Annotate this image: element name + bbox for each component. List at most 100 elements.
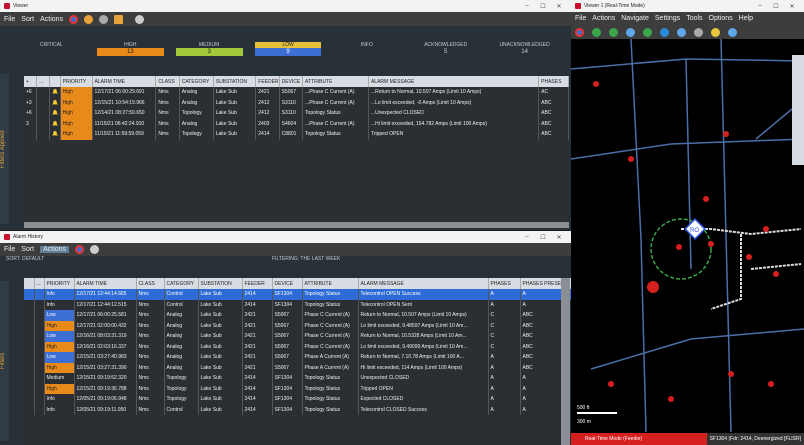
menu-navigate[interactable]: Navigate [621,15,649,22]
ack-icon[interactable] [114,14,124,24]
sev-critical[interactable]: CRITICAL [12,42,91,56]
menu-help[interactable]: Help [739,15,753,22]
column-header-attribute[interactable]: ATTRIBUTE [302,76,369,87]
table-row[interactable]: Info 12/17/21 12:44:12.515 Nms Control Lake … [24,299,571,310]
zoom-in-icon[interactable] [711,27,720,37]
table-row[interactable]: Info 12/05/21 09:19:11.950 Nms Control Lake … [24,404,571,415]
move-icon[interactable] [677,27,686,37]
sev-low[interactable]: LOW 9 [249,42,328,56]
close-button[interactable]: ✕ [551,234,567,241]
cell: High [60,108,93,119]
maximize-button[interactable]: ☐ [535,3,551,10]
sev-high[interactable]: HIGH 13 [91,42,170,56]
column-header-substation[interactable]: SUBSTATION [213,76,257,87]
minimize-button[interactable]: – [519,3,535,9]
cell: 11/15/21 06:42:24.910 [92,118,157,129]
filters-sidebar[interactable]: Filters [0,281,9,441]
column-header-feeder[interactable]: FEEDER [255,76,280,87]
layers-icon[interactable] [660,27,669,37]
history-vscroll[interactable] [561,278,570,445]
filter-sound-icon[interactable] [135,14,145,24]
menu-file[interactable]: File [4,16,15,23]
column-header-substation[interactable]: SUBSTATION [198,278,243,289]
table-row[interactable]: Low 12/16/21 08:03:31.319 Nms Analog Lake Su… [24,331,571,342]
cell: A [488,299,521,310]
column-header-feeder[interactable]: FEEDER [242,278,273,289]
table-row[interactable]: High 12/15/21 03:27:31.390 Nms Analog Lake S… [24,362,571,373]
map-canvas[interactable]: RO 500 ft 300 m [571,39,804,432]
record-icon[interactable] [69,14,79,24]
sev-medium[interactable]: MEDIUM 3 [170,42,249,56]
filters-applied-sidebar[interactable]: Filters Applied [0,74,9,224]
menu-tools[interactable]: Tools [686,15,702,22]
column-header-class[interactable]: CLASS [136,278,165,289]
sound-icon[interactable] [84,14,94,24]
table-row[interactable]: 3 🔔 High 11/15/21 06:42:24.910 Nms Analog Lake… [24,118,569,129]
column-header-category[interactable]: CATEGORY [179,76,214,87]
table-row[interactable]: High 12/15/21 09:19:36.788 Nms Topology Lake… [24,383,571,394]
menu-sort[interactable]: Sort [21,16,34,23]
table-row[interactable]: High 12/16/21 02:03:16.337 Nms Analog Lake S… [24,341,571,352]
table-row[interactable]: Medium 12/15/21 09:19:52.320 Nms Topology La… [24,373,571,384]
app-icon [575,3,581,9]
table-row[interactable]: 🔔 High 11/15/21 11:59:59.059 Nms Topology Lak… [24,129,569,140]
ro-marker-label: RO [690,228,699,234]
column-header-alarm-time[interactable]: ALARM TIME [74,278,137,289]
maximize-button[interactable]: ☐ [535,234,551,241]
minimize-button[interactable]: – [519,234,535,240]
sev-info[interactable]: INFO [327,42,406,56]
menu-file[interactable]: File [575,15,586,22]
silence-icon[interactable] [99,14,109,24]
column-header-device[interactable]: DEVICE [279,76,304,87]
table-row[interactable]: Info 12/05/21 09:19:06.948 Nms Topology Lake… [24,394,571,405]
column-header-alarm-message[interactable]: ALARM MESSAGE [358,278,489,289]
column-header-class[interactable]: CLASS [155,76,180,87]
column-header-phases[interactable]: PHASES [538,76,569,87]
table-row[interactable]: +6 🔔 High 12/14/21 08:27:59.650 Nms Topology L… [24,108,569,119]
column-header-col[interactable]: ... [34,278,45,289]
column-header-col[interactable]: ... [36,76,50,87]
menu-actions[interactable]: Actions [592,15,615,22]
viewer-hscroll[interactable] [24,222,569,228]
menu-actions[interactable]: Actions [40,246,70,253]
search-icon[interactable] [728,27,737,37]
table-row[interactable]: Low 12/15/21 03:27:40.983 Nms Analog Lake Su… [24,352,571,363]
back-arrow-icon[interactable] [592,27,601,37]
column-header-priority[interactable]: PRIORITY [60,76,93,87]
menu-options[interactable]: Options [709,15,733,22]
globe-icon[interactable] [643,27,652,37]
forward-arrow-icon[interactable] [609,27,618,37]
close-button[interactable]: ✕ [784,3,800,10]
cell: Topology Status [302,373,359,384]
column-header-phases[interactable]: PHASES [488,278,521,289]
cell: Analog [164,352,199,363]
column-header-priority[interactable]: PRIORITY [44,278,75,289]
hide-icon[interactable] [694,27,703,37]
column-header-alarm-message[interactable]: ALARM MESSAGE [368,76,540,87]
record-icon[interactable] [75,245,85,254]
table-row[interactable]: +3 🔔 High 12/15/21 10:54:19.966 Nms Analog Lak… [24,97,569,108]
record-icon[interactable] [575,27,584,37]
table-row[interactable]: Info 12/17/21 12:44:14.665 Nms Control Lake … [24,289,571,300]
column-header-category[interactable]: CATEGORY [164,278,199,289]
menu-file[interactable]: File [4,246,15,253]
column-header-col[interactable] [49,76,61,87]
column-header-alarm-time[interactable]: ALARM TIME [92,76,157,87]
sound-icon[interactable] [90,245,100,254]
table-row[interactable]: High 12/17/21 02:00:00.432 Nms Analog Lake S… [24,320,571,331]
minimize-button[interactable]: – [752,3,768,9]
zoom-icon[interactable] [626,27,635,37]
menu-settings[interactable]: Settings [655,15,680,22]
column-header-attribute[interactable]: ATTRIBUTE [302,278,359,289]
table-row[interactable]: Low 12/17/21 06:00:25.581 Nms Analog Lake Su… [24,310,571,321]
sev-acknowledged[interactable]: ACKNOWLEDGED 5 [406,42,485,56]
column-header-device[interactable]: DEVICE [272,278,303,289]
close-button[interactable]: ✕ [551,3,567,10]
sev-unacknowledged[interactable]: UNACKNOWLEDGED 14 [485,42,564,56]
menu-sort[interactable]: Sort [21,246,34,253]
column-header-col[interactable]: + [24,76,38,87]
menu-actions[interactable]: Actions [40,16,63,23]
table-row[interactable]: +6 🔔 High 12/17/21 06:00:29.691 Nms Analog Lak… [24,87,569,98]
maximize-button[interactable]: ☐ [768,3,784,10]
column-header-col[interactable] [24,278,35,289]
